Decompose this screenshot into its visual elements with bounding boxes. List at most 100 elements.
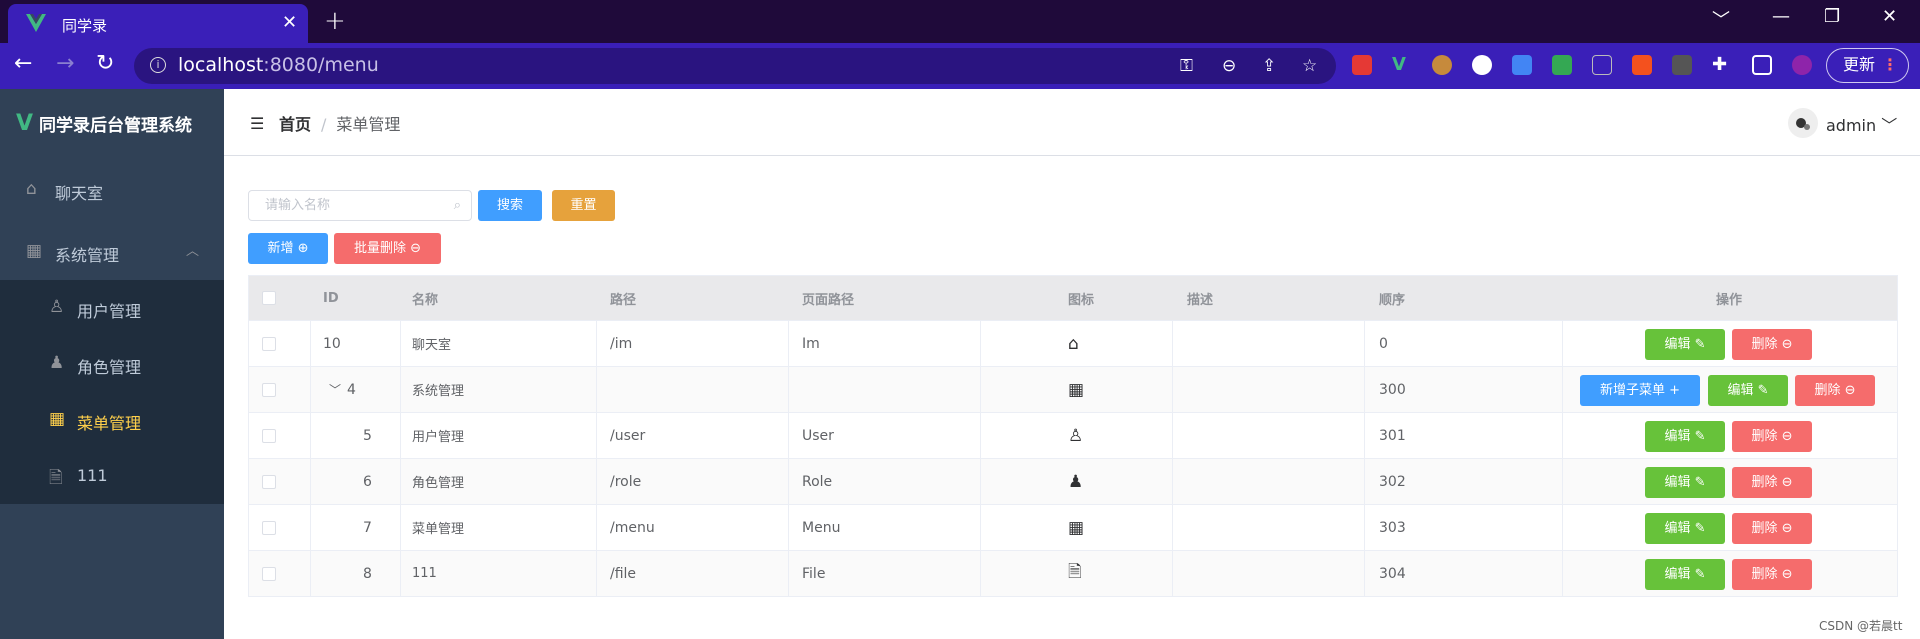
minus-circle-icon: ⊖ [1781, 475, 1793, 490]
puzzle-icon[interactable]: ✚ [1712, 55, 1732, 75]
cell-id: 8 [363, 565, 372, 582]
extension-icon[interactable] [1632, 55, 1652, 75]
search-input[interactable]: 请输入名称 ⌕ [248, 190, 472, 221]
avatar[interactable] [1788, 108, 1818, 138]
column-divider [1562, 367, 1563, 412]
back-icon[interactable]: ← [14, 51, 32, 76]
side-panel-icon[interactable] [1752, 55, 1772, 75]
column-divider [596, 505, 597, 550]
address-bar[interactable]: i localhost:8080/menu ⚿ ⊖ ⇪ ☆ [134, 48, 1336, 84]
cell-name: 111 [412, 566, 437, 581]
add-child-menu-button[interactable]: 新增子菜单 + [1580, 375, 1700, 406]
row-checkbox[interactable] [262, 474, 276, 489]
extension-icon[interactable] [1672, 55, 1692, 75]
key-icon[interactable]: ⚿ [1180, 56, 1193, 76]
site-info-icon[interactable]: i [150, 57, 166, 73]
minimize-icon[interactable]: — [1772, 6, 1790, 27]
collapse-menu-icon[interactable]: ☰ [250, 114, 264, 133]
add-button[interactable]: 新增 ⊕ [248, 233, 328, 264]
cell-page-path: Role [802, 473, 833, 490]
delete-button[interactable]: 删除 ⊖ [1732, 467, 1812, 498]
new-tab-button[interactable]: + [324, 6, 346, 36]
watermark: CSDN @若晨tt [1819, 619, 1903, 633]
extension-off-icon[interactable] [1552, 55, 1572, 75]
column-divider [400, 321, 401, 366]
table-row: 6 角色管理/role Role ♟ 302 编辑 ✎ 删除 ⊖ [249, 458, 1897, 504]
edit-button[interactable]: 编辑 ✎ [1645, 467, 1725, 498]
vue-devtools-icon[interactable]: V [1392, 55, 1412, 75]
sidebar-item-roles[interactable]: ♟ 角色管理 [0, 336, 224, 392]
translate-icon[interactable] [1512, 55, 1532, 75]
search-button[interactable]: 搜索 [478, 190, 542, 221]
user-icon: ♙ [1068, 425, 1084, 446]
restore-icon[interactable]: ❐ [1824, 6, 1840, 27]
share-icon[interactable]: ⇪ [1262, 56, 1276, 76]
edit-button[interactable]: 编辑 ✎ [1645, 513, 1725, 544]
minus-circle-icon: ⊖ [1781, 567, 1793, 582]
extension-icon[interactable] [1472, 55, 1492, 75]
column-header: 顺序 [1379, 292, 1406, 308]
row-checkbox[interactable] [262, 336, 276, 351]
forward-icon[interactable]: → [56, 51, 74, 76]
profile-avatar[interactable] [1792, 55, 1812, 75]
column-divider [1364, 367, 1365, 412]
breadcrumb-home[interactable]: 首页 [279, 115, 311, 134]
delete-button[interactable]: 删除 ⊖ [1732, 513, 1812, 544]
row-checkbox[interactable] [262, 566, 276, 581]
close-window-icon[interactable]: ✕ [1882, 6, 1897, 27]
chevron-down-icon: ﹀ [1881, 116, 1898, 135]
table-row: 10 聊天室/im Im ⌂ 0 编辑 ✎ 删除 ⊖ [249, 320, 1897, 366]
column-header: 名称 [412, 292, 439, 308]
sidebar-item-chat[interactable]: ⌂ 聊天室 [0, 162, 224, 218]
sidebar-item-users[interactable]: ♙ 用户管理 [0, 280, 224, 336]
update-button[interactable]: 更新 ⋮ [1826, 48, 1909, 83]
cell-name: 角色管理 [412, 476, 465, 491]
column-divider [980, 413, 981, 458]
column-header: 操作 [1716, 292, 1743, 308]
row-checkbox[interactable] [262, 382, 276, 397]
delete-button[interactable]: 删除 ⊖ [1732, 421, 1812, 452]
tab-close-icon[interactable]: ✕ [282, 12, 297, 33]
delete-button[interactable]: 删除 ⊖ [1732, 559, 1812, 590]
edit-button[interactable]: 编辑 ✎ [1645, 559, 1725, 590]
sidebar-item-system[interactable]: ▦ 系统管理 ︿ [0, 224, 224, 280]
edit-button[interactable]: 编辑 ✎ [1645, 421, 1725, 452]
vue-logo-icon: V [16, 111, 34, 136]
batch-delete-button[interactable]: 批量删除 ⊖ [334, 233, 441, 264]
bookmark-star-icon[interactable]: ☆ [1302, 56, 1317, 76]
row-checkbox[interactable] [262, 520, 276, 535]
column-divider [1562, 321, 1563, 366]
delete-button[interactable]: 删除 ⊖ [1795, 375, 1875, 406]
sidebar-item-files[interactable]: 🗎 111 [0, 448, 224, 504]
column-divider [788, 321, 789, 366]
column-divider [788, 459, 789, 504]
minus-circle-icon: ⊖ [1844, 383, 1856, 398]
sidebar-item-menus[interactable]: ▦ 菜单管理 [0, 392, 224, 448]
cell-path: /user [610, 427, 646, 444]
sidebar-item-label: 菜单管理 [77, 414, 142, 433]
row-checkbox[interactable] [262, 428, 276, 443]
cell-page-path: User [802, 427, 834, 444]
grid-icon: ▦ [1068, 379, 1085, 400]
cookie-icon[interactable] [1432, 55, 1452, 75]
edit-button[interactable]: 编辑 ✎ [1645, 329, 1725, 360]
column-divider [310, 367, 311, 412]
extension-icon[interactable] [1352, 55, 1372, 75]
table-row: 5 用户管理/user User ♙ 301 编辑 ✎ 删除 ⊖ [249, 412, 1897, 458]
user-menu[interactable]: admin ﹀ [1826, 112, 1897, 136]
extension-icon[interactable] [1592, 55, 1612, 75]
reset-button[interactable]: 重置 [552, 190, 615, 221]
expand-arrow-icon[interactable]: ﹀ [329, 381, 341, 398]
tab-search-icon[interactable]: ﹀ [1712, 6, 1730, 32]
column-header: 图标 [1068, 292, 1095, 308]
more-icon[interactable]: ⋮ [1882, 49, 1898, 81]
edit-button[interactable]: 编辑 ✎ [1708, 375, 1788, 406]
cell-order: 303 [1379, 519, 1406, 536]
zoom-icon[interactable]: ⊖ [1222, 56, 1236, 76]
delete-button[interactable]: 删除 ⊖ [1732, 329, 1812, 360]
column-divider [1562, 459, 1563, 504]
select-all-checkbox[interactable] [262, 291, 276, 305]
column-divider [1172, 505, 1173, 550]
browser-tab[interactable]: 同学录 ✕ [8, 4, 308, 43]
reload-icon[interactable]: ↻ [96, 51, 114, 76]
